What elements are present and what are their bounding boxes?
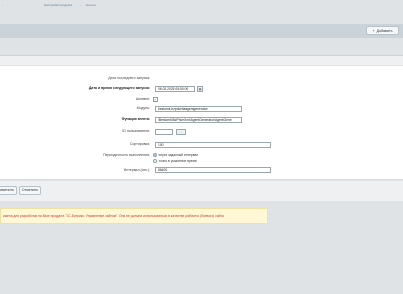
- agent-form: Дата последнего запуска: Дата и время сл…: [0, 66, 403, 180]
- active-label: Активен:: [135, 97, 150, 101]
- cancel-button[interactable]: Отменить: [19, 186, 41, 195]
- function-field[interactable]: \Bestomk\BzPriceXml\AgentGenerator\Agent…: [155, 117, 242, 123]
- apply-button[interactable]: именить: [0, 186, 17, 195]
- interval-field[interactable]: 86400: [155, 167, 271, 173]
- function-label: Функция агента:: [121, 117, 150, 121]
- sort-label: Сортировка:: [129, 142, 150, 146]
- calendar-icon[interactable]: ▦: [197, 86, 203, 92]
- next-run-label: Дата и время следующего запуска:: [88, 86, 150, 90]
- add-button-label: Добавить: [376, 28, 393, 33]
- next-run-field[interactable]: 06.02.2025 05:50:00: [155, 86, 195, 92]
- last-run-label: Дата последнего запуска:: [108, 76, 150, 80]
- user-id-field[interactable]: [155, 129, 173, 135]
- form-footer: именить Отменить: [0, 181, 403, 201]
- module-label: Модуль:: [136, 106, 150, 110]
- toolbar: + Добавить: [0, 24, 403, 38]
- period-interval-radio[interactable]: через заданный интервал: [153, 153, 198, 157]
- sort-field[interactable]: 100: [155, 142, 271, 148]
- user-id-label: ID пользователя:: [122, 129, 150, 133]
- module-field[interactable]: bestomk.bzpriceliaagentgenerator: [155, 106, 242, 112]
- radio-selected-icon: [153, 153, 157, 157]
- active-checkbox[interactable]: ✓: [153, 97, 158, 102]
- user-search-button[interactable]: ...: [176, 129, 186, 135]
- breadcrumb: › Настройки продукта › Агенты: [0, 0, 403, 10]
- breadcrumb-item-settings[interactable]: Настройки продукта: [44, 3, 72, 7]
- breadcrumb-separator: ›: [2, 3, 3, 7]
- interval-label: Интервал (сек.):: [123, 168, 150, 172]
- tab-strip: [0, 55, 403, 65]
- plus-icon: +: [372, 28, 375, 33]
- breadcrumb-item-agents[interactable]: Агенты: [86, 3, 96, 7]
- notice-text: ижена для разработки на базе продукта "1…: [3, 214, 224, 218]
- period-exact-label: точно в указанное время: [158, 159, 197, 163]
- add-button[interactable]: + Добавить: [366, 26, 399, 35]
- period-exact-radio[interactable]: точно в указанное время: [153, 159, 197, 163]
- dev-site-notice: ижена для разработки на базе продукта "1…: [0, 208, 268, 224]
- period-interval-label: через заданный интервал: [158, 153, 199, 157]
- period-label: Периодичность выполнения:: [103, 153, 150, 157]
- radio-empty-icon: [153, 159, 157, 163]
- breadcrumb-separator: ›: [80, 3, 81, 7]
